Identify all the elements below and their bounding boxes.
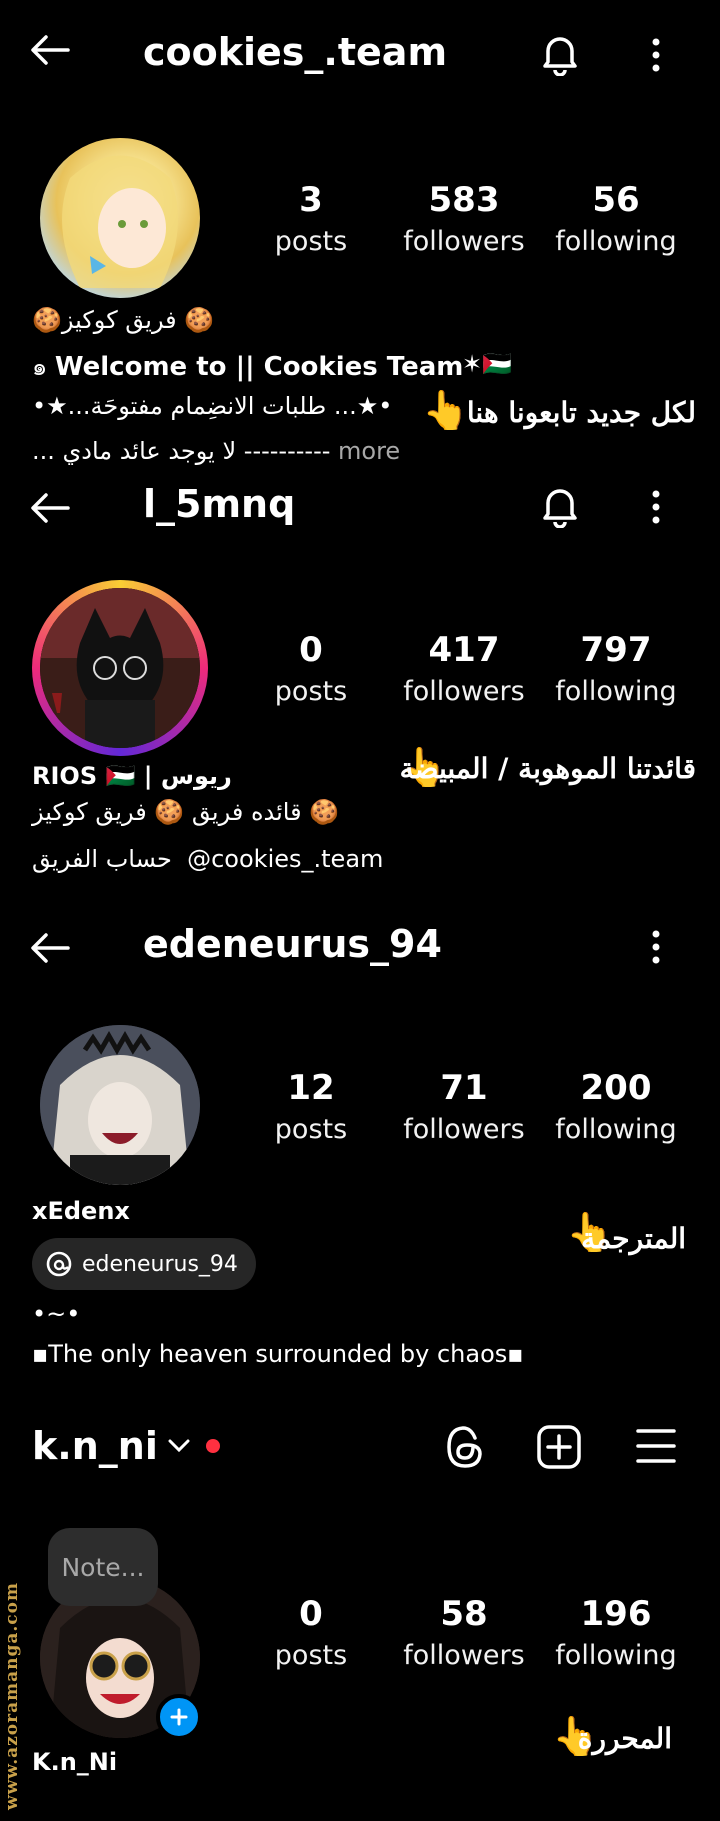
followers-label[interactable]: followers <box>389 676 539 707</box>
bio-line: حساب الفريق @cookies_.team <box>32 845 383 873</box>
back-arrow-icon[interactable] <box>30 34 70 66</box>
avatar[interactable] <box>40 138 200 298</box>
followers-label[interactable]: followers <box>389 1640 539 1671</box>
following-count[interactable]: 200 <box>541 1068 691 1108</box>
threads-badge[interactable]: edeneurus_94 <box>32 1238 256 1290</box>
profile-name: xEdenx <box>32 1197 130 1225</box>
posts-count: 3 <box>299 180 323 220</box>
back-arrow-icon[interactable] <box>30 492 70 524</box>
following-count[interactable]: 56 <box>541 180 691 220</box>
avatar[interactable] <box>40 1025 200 1185</box>
posts-count: 0 <box>299 1594 323 1634</box>
more-options-icon[interactable] <box>648 490 664 524</box>
threads-icon[interactable] <box>443 1424 487 1470</box>
bio-line: ▪The only heaven surrounded by chaos▪ <box>32 1340 524 1368</box>
following-label[interactable]: following <box>541 676 691 707</box>
bio-line: ---------- لا يوجد عائد مادي ... more <box>32 437 400 465</box>
more-options-icon[interactable] <box>648 930 664 964</box>
followers-count[interactable]: 417 <box>389 630 539 670</box>
posts-count: 12 <box>287 1068 335 1108</box>
bio-line: 🍪 فريق كوكيز🍪 <box>32 306 215 334</box>
chevron-down-icon <box>168 1439 190 1453</box>
followers-label[interactable]: followers <box>389 226 539 257</box>
followers-count[interactable]: 71 <box>389 1068 539 1108</box>
caption-note: المترجمة <box>581 1222 686 1255</box>
bio-line: 🍪 قائده فريق 🍪 فريق كوكيز <box>32 798 340 826</box>
caption-note: المحررة <box>577 1722 672 1755</box>
following-count[interactable]: 797 <box>541 630 691 670</box>
bell-icon[interactable] <box>538 32 582 76</box>
bell-icon[interactable] <box>538 484 582 528</box>
more-options-icon[interactable] <box>648 38 664 72</box>
following-count[interactable]: 196 <box>541 1594 691 1634</box>
profile-username: cookies_.team <box>143 30 448 74</box>
posts-label: posts <box>274 226 348 257</box>
add-story-button[interactable] <box>156 1694 202 1740</box>
posts-label: posts <box>274 1114 348 1145</box>
following-label[interactable]: following <box>541 1640 691 1671</box>
caption-note: لكل جديد تابعونا هنا <box>466 396 696 429</box>
back-arrow-icon[interactable] <box>30 932 70 964</box>
note-placeholder: Note... <box>61 1552 145 1582</box>
menu-icon[interactable] <box>636 1428 676 1464</box>
posts-count: 0 <box>299 630 323 670</box>
story-ring[interactable] <box>32 580 208 756</box>
bio-text: ---------- لا يوجد عائد مادي ... <box>32 437 331 465</box>
posts-label: posts <box>274 676 348 707</box>
account-switcher[interactable]: k.n_ni <box>32 1424 220 1468</box>
profile-name: K.n_Ni <box>32 1748 118 1776</box>
pointing-hand-icon: 👆 <box>422 388 470 432</box>
caption-note: قائدتنا الموهوبة / المبيضة <box>399 752 696 785</box>
bio-line: ๑ Welcome to || Cookies Team <box>32 347 463 386</box>
profile-username: k.n_ni <box>32 1424 158 1468</box>
mention-link[interactable]: @cookies_.team <box>187 845 383 873</box>
followers-label[interactable]: followers <box>389 1114 539 1145</box>
followers-count[interactable]: 58 <box>389 1594 539 1634</box>
posts-label: posts <box>274 1640 348 1671</box>
notification-dot <box>205 1439 220 1453</box>
plus-icon <box>170 1708 188 1726</box>
profile-name: ريوس | RIOS 🇵🇸 <box>32 762 232 790</box>
bio-flag: ✶🇵🇸 <box>462 350 512 378</box>
profile-username: edeneurus_94 <box>143 922 442 966</box>
bio-symbol: ๑ <box>32 353 55 381</box>
threads-handle: edeneurus_94 <box>82 1251 238 1277</box>
bio-welcome: Welcome to || Cookies Team <box>54 352 464 382</box>
following-label[interactable]: following <box>541 1114 691 1145</box>
note-bubble[interactable]: Note... <box>48 1528 158 1606</box>
more-link[interactable]: more <box>338 437 400 465</box>
watermark: www.azoramanga.com <box>2 1582 22 1810</box>
avatar[interactable] <box>40 588 200 748</box>
create-post-icon[interactable] <box>536 1424 582 1470</box>
bio-line: •★... طلبات الانضِمام مفتوحَة...★• <box>32 392 393 420</box>
followers-count[interactable]: 583 <box>389 180 539 220</box>
profile-username: l_5mnq <box>143 482 296 526</box>
following-label[interactable]: following <box>541 226 691 257</box>
threads-icon <box>46 1251 72 1277</box>
bio-line: •~• <box>32 1300 81 1328</box>
bio-text: حساب الفريق <box>32 845 172 873</box>
